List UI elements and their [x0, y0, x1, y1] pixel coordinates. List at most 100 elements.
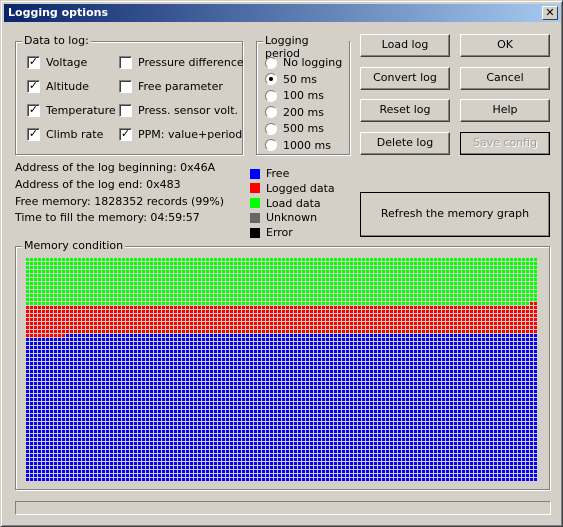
- memory-cell: [94, 406, 97, 409]
- memory-cell: [102, 406, 105, 409]
- memory-cell: [366, 362, 369, 365]
- memory-cell: [210, 282, 213, 285]
- checkbox-box[interactable]: [119, 56, 132, 69]
- help-button[interactable]: Help: [460, 99, 550, 122]
- memory-cell: [170, 334, 173, 337]
- ok-button[interactable]: OK: [460, 34, 550, 57]
- memory-cell: [26, 370, 29, 373]
- load-log-button[interactable]: Load log: [360, 34, 450, 57]
- memory-cell: [158, 322, 161, 325]
- memory-cell: [318, 390, 321, 393]
- memory-cell: [222, 406, 225, 409]
- radio-circle[interactable]: [265, 89, 277, 102]
- memory-cell: [238, 258, 241, 261]
- memory-cell: [98, 398, 101, 401]
- convert-log-button[interactable]: Convert log: [360, 67, 450, 90]
- memory-cell: [262, 378, 265, 381]
- memory-cell: [378, 398, 381, 401]
- memory-cell: [306, 354, 309, 357]
- checkbox-press-sensor-volt[interactable]: Press. sensor volt.: [119, 104, 238, 117]
- checkbox-box[interactable]: ✓: [119, 128, 132, 141]
- radio-100-ms[interactable]: 100 ms: [265, 89, 324, 102]
- memory-cell: [194, 386, 197, 389]
- radio-circle[interactable]: [265, 139, 277, 151]
- radio-no-logging[interactable]: No logging: [265, 56, 342, 69]
- checkbox-box[interactable]: ✓: [27, 80, 40, 93]
- radio-label: 200 ms: [283, 105, 324, 119]
- memory-cell: [330, 354, 333, 357]
- memory-cell: [126, 266, 129, 269]
- memory-cell: [130, 318, 133, 321]
- memory-cell: [534, 362, 537, 365]
- radio-500-ms[interactable]: 500 ms: [265, 122, 324, 135]
- memory-cell: [366, 310, 369, 313]
- checkbox-box[interactable]: [119, 104, 132, 117]
- radio-1000-ms[interactable]: 1000 ms: [265, 139, 331, 152]
- radio-circle[interactable]: [265, 56, 277, 69]
- memory-cell: [274, 338, 277, 341]
- memory-cell: [506, 334, 509, 337]
- memory-cell: [122, 382, 125, 385]
- radio-circle[interactable]: [265, 73, 277, 85]
- memory-cell: [46, 370, 49, 373]
- memory-cell: [462, 322, 465, 325]
- memory-cell: [34, 274, 37, 277]
- memory-cell: [278, 378, 281, 381]
- memory-cell: [494, 302, 497, 305]
- refresh-memory-graph-button[interactable]: Refresh the memory graph: [360, 192, 550, 237]
- checkbox-ppm-value-period[interactable]: ✓ PPM: value+period: [119, 128, 242, 141]
- memory-cell: [38, 346, 41, 349]
- checkbox-altitude[interactable]: ✓ Altitude: [27, 80, 89, 93]
- memory-cell: [442, 262, 445, 265]
- memory-cell: [270, 402, 273, 405]
- checkbox-voltage[interactable]: ✓ Voltage: [27, 56, 87, 69]
- cancel-button[interactable]: Cancel: [460, 67, 550, 90]
- checkbox-climb-rate[interactable]: ✓ Climb rate: [27, 128, 103, 141]
- memory-cell: [486, 262, 489, 265]
- close-button[interactable]: ✕: [542, 6, 558, 20]
- checkbox-free-parameter[interactable]: Free parameter: [119, 80, 223, 93]
- memory-cell: [354, 298, 357, 301]
- checkbox-pressure-difference[interactable]: Pressure difference: [119, 56, 244, 69]
- checkbox-box[interactable]: ✓: [27, 104, 40, 117]
- memory-cell: [126, 306, 129, 309]
- memory-cell: [194, 350, 197, 353]
- memory-cell: [414, 394, 417, 397]
- checkbox-temperature[interactable]: ✓ Temperature: [27, 104, 116, 117]
- memory-cell: [414, 382, 417, 385]
- memory-cell: [74, 406, 77, 409]
- memory-cell: [454, 266, 457, 269]
- checkbox-box[interactable]: ✓: [27, 56, 40, 69]
- radio-circle[interactable]: [265, 106, 277, 118]
- memory-cell: [430, 394, 433, 397]
- reset-log-button[interactable]: Reset log: [360, 99, 450, 122]
- memory-cell: [222, 402, 225, 405]
- delete-log-button[interactable]: Delete log: [360, 132, 450, 155]
- memory-cell: [450, 338, 453, 341]
- memory-cell: [186, 306, 189, 309]
- memory-cell: [382, 322, 385, 325]
- memory-cell: [334, 298, 337, 301]
- memory-cell: [30, 322, 33, 325]
- memory-cell: [110, 338, 113, 341]
- memory-cell: [298, 406, 301, 409]
- checkbox-box[interactable]: [119, 80, 132, 93]
- title-bar[interactable]: Logging options ✕: [4, 4, 561, 22]
- memory-cell: [406, 358, 409, 361]
- memory-cell: [62, 374, 65, 377]
- memory-cell: [90, 314, 93, 317]
- radio-circle[interactable]: [265, 122, 277, 135]
- memory-cell: [394, 370, 397, 373]
- radio-50-ms[interactable]: 50 ms: [265, 73, 317, 86]
- memory-cell: [206, 378, 209, 381]
- memory-cell: [378, 274, 381, 277]
- memory-cell: [390, 342, 393, 345]
- radio-200-ms[interactable]: 200 ms: [265, 106, 324, 119]
- memory-cell: [434, 370, 437, 373]
- memory-cell: [166, 262, 169, 265]
- memory-cell: [34, 374, 37, 377]
- checkbox-box[interactable]: ✓: [27, 128, 40, 141]
- memory-cell: [430, 274, 433, 277]
- memory-cell: [394, 262, 397, 265]
- memory-cell: [462, 346, 465, 349]
